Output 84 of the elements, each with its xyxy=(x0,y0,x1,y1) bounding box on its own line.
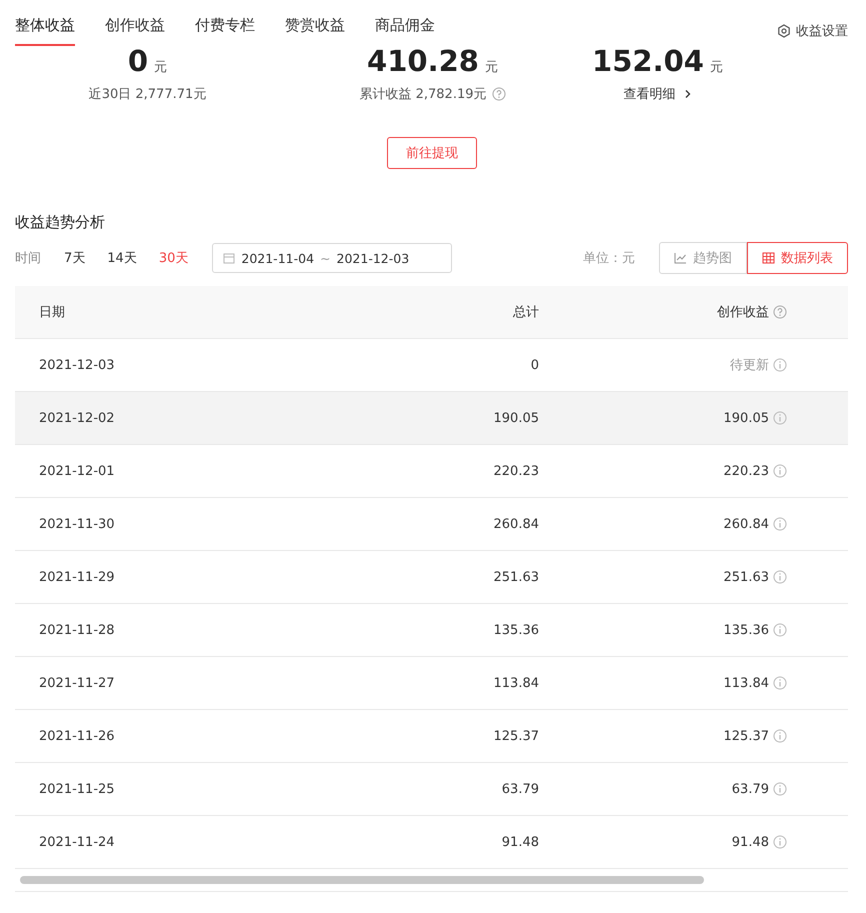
creation-cell: 220.23 xyxy=(724,464,769,478)
stat-note: 近30日 2,777.71元 xyxy=(88,86,206,103)
date-cell-text: 2021-11-27 xyxy=(38,676,116,690)
date-cell-text: 2021-12-03 xyxy=(38,358,116,372)
info-icon[interactable] xyxy=(773,676,787,690)
tab[interactable]: 整体收益 xyxy=(15,16,75,46)
unit-label: 单位：元 xyxy=(583,250,635,267)
scrollbar-thumb[interactable] xyxy=(20,876,704,884)
settings-icon xyxy=(777,24,791,38)
info-icon[interactable] xyxy=(773,570,787,584)
info-icon[interactable] xyxy=(773,623,787,637)
table-icon xyxy=(762,252,775,264)
total-cell-text: 0 xyxy=(530,358,539,372)
stat-unit: 元 xyxy=(484,59,498,76)
stat-value: 152.04 xyxy=(592,43,704,79)
range-option[interactable]: 14天 xyxy=(107,249,137,267)
stat-value: 410.28 xyxy=(367,43,479,79)
table-row[interactable]: 2021-11-29 251.63 251.63 xyxy=(15,551,848,604)
info-icon[interactable] xyxy=(773,782,787,796)
info-icon[interactable] xyxy=(773,464,787,478)
tab[interactable]: 付费专栏 xyxy=(195,16,255,46)
range-option[interactable]: 30天 xyxy=(158,249,188,267)
creation-cell: 125.37 xyxy=(724,728,769,744)
date-cell-text: 2021-12-01 xyxy=(38,464,116,478)
withdraw-button[interactable]: 前往提现 xyxy=(387,137,477,169)
table-row[interactable]: 2021-11-27 113.84 113.84 xyxy=(15,657,848,710)
help-icon[interactable] xyxy=(492,87,506,101)
creation-cell: 135.36 xyxy=(724,622,769,638)
tab[interactable]: 创作收益 xyxy=(105,16,165,46)
stat-value: 0 xyxy=(128,43,148,79)
column-header: 总计 xyxy=(512,304,539,321)
creation-cell-text: 待更新 xyxy=(730,357,769,374)
stat-unit: 元 xyxy=(710,59,723,76)
date-cell-text: 2021-11-28 xyxy=(38,622,116,638)
table-row[interactable]: 2021-12-02 190.05 190.05 xyxy=(15,392,848,445)
tab[interactable]: 赞赏收益 xyxy=(285,16,345,46)
creation-cell: 91.48 xyxy=(732,834,769,850)
total-cell-text: 135.36 xyxy=(492,622,539,638)
table-row[interactable]: 2021-11-25 63.79 63.79 xyxy=(15,763,848,816)
date-cell-text: 2021-11-24 xyxy=(38,834,116,850)
help-icon[interactable] xyxy=(773,305,787,319)
info-icon[interactable] xyxy=(773,729,787,743)
total-cell-text: 251.63 xyxy=(492,570,539,584)
stat-note: 累计收益 2,782.19元 xyxy=(359,86,487,103)
date-cell-text: 2021-11-25 xyxy=(38,782,116,796)
info-icon[interactable] xyxy=(773,358,787,372)
date-cell-text: 2021-11-26 xyxy=(38,728,116,744)
info-icon[interactable] xyxy=(773,411,787,425)
chevron-right-icon xyxy=(684,89,692,99)
total-cell-text: 113.84 xyxy=(492,676,539,690)
range-option[interactable]: 7天 xyxy=(64,249,86,267)
tab[interactable]: 商品佣金 xyxy=(375,16,435,46)
creation-cell: 113.84 xyxy=(724,676,769,690)
total-cell-text: 125.37 xyxy=(492,728,539,744)
view-toggle[interactable]: 数据列表 xyxy=(747,242,848,274)
table-row[interactable]: 2021-11-24 91.48 91.48 xyxy=(15,816,848,869)
stat-unit: 元 xyxy=(154,59,168,76)
table-row[interactable]: 2021-11-30 260.84 260.84 xyxy=(15,498,848,551)
total-cell-text: 260.84 xyxy=(492,516,539,532)
table-row[interactable]: 2021-11-26 125.37 125.37 xyxy=(15,710,848,763)
date-cell-text: 2021-11-30 xyxy=(38,516,116,532)
date-cell-text: 2021-12-02 xyxy=(38,410,116,426)
detail-link[interactable]: 查看明细 xyxy=(624,85,692,103)
settings-link[interactable]: 收益设置 xyxy=(777,22,848,40)
table-row[interactable]: 2021-11-28 135.36 135.36 xyxy=(15,604,848,657)
column-header: 创作收益 xyxy=(717,304,769,321)
total-cell-text: 63.79 xyxy=(500,782,539,796)
total-cell-text: 220.23 xyxy=(492,464,539,478)
total-cell-text: 190.05 xyxy=(492,410,539,426)
creation-cell: 63.79 xyxy=(732,782,769,796)
time-label: 时间 xyxy=(15,250,41,267)
section-title: 收益趋势分析 xyxy=(15,213,106,232)
column-header: 日期 xyxy=(38,304,66,321)
table-row[interactable]: 2021-12-01 220.23 220.23 xyxy=(15,445,848,498)
info-icon[interactable] xyxy=(773,517,787,531)
info-icon[interactable] xyxy=(773,835,787,849)
date-cell-text: 2021-11-29 xyxy=(38,570,116,584)
line-chart-icon xyxy=(674,252,687,264)
calendar-icon xyxy=(223,252,236,264)
creation-cell: 190.05 xyxy=(724,410,769,426)
creation-cell: 251.63 xyxy=(724,570,769,584)
creation-cell: 260.84 xyxy=(724,516,769,532)
date-range-field[interactable]: 2021-11-04 ~ 2021-12-03 xyxy=(212,243,452,273)
total-cell-text: 91.48 xyxy=(500,834,539,850)
